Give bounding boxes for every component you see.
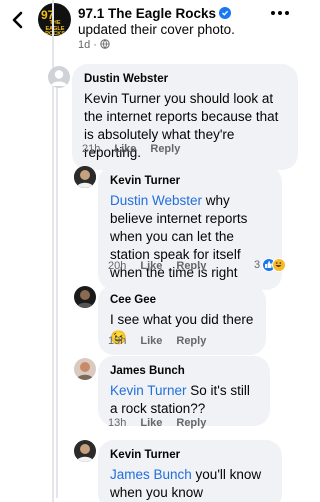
comment-author[interactable]: Dustin Webster: [84, 72, 286, 87]
comment-time[interactable]: 20h: [108, 260, 126, 272]
mention-link[interactable]: Dustin Webster: [110, 193, 202, 208]
comment-author[interactable]: Kevin Turner: [110, 448, 270, 463]
verified-badge-icon: [219, 7, 232, 19]
comment-actions: 21h Like Reply: [82, 143, 194, 155]
default-avatar-icon: [51, 70, 67, 86]
comment-bubble: Kevin Turner James Bunch you'll know whe…: [98, 440, 282, 502]
reply-button[interactable]: Reply: [150, 143, 180, 155]
reply-button[interactable]: Reply: [176, 260, 206, 272]
comment-author[interactable]: James Bunch: [110, 364, 258, 379]
comment-time[interactable]: 19h: [108, 335, 126, 347]
comment-actions: 20h Like Reply: [108, 260, 220, 272]
like-button[interactable]: Like: [140, 417, 162, 429]
comment-actions: 19h Like Reply: [108, 335, 220, 347]
avatar-photo: [74, 166, 96, 188]
reaction-summary[interactable]: 3: [254, 258, 287, 272]
back-arrow-icon[interactable]: [9, 10, 27, 30]
comment-actions: 13h Like Reply: [108, 417, 220, 429]
like-button[interactable]: Like: [140, 260, 162, 272]
globe-icon: [100, 39, 110, 49]
haha-reaction-icon: [272, 258, 287, 272]
avatar-photo: [74, 440, 96, 462]
post-time[interactable]: 1d: [78, 39, 90, 51]
like-button[interactable]: Like: [140, 335, 162, 347]
avatar[interactable]: [74, 286, 96, 308]
comment-time[interactable]: 13h: [108, 417, 126, 429]
avatar-photo: [74, 286, 96, 308]
mention-link[interactable]: James Bunch: [110, 467, 192, 482]
post-header: 97 THE EAGLE ROCKS 97.1 The Eagle Rocks …: [0, 0, 300, 62]
avatar[interactable]: [74, 358, 96, 380]
comment-text: Kevin Turner So it's still a rock statio…: [110, 382, 258, 418]
logo-subtext: THE EAGLE ROCKS: [45, 20, 65, 36]
reply-button[interactable]: Reply: [176, 417, 206, 429]
comment-author[interactable]: Cee Gee: [110, 293, 254, 308]
avatar-photo: [74, 358, 96, 380]
page-name[interactable]: 97.1 The Eagle Rocks: [78, 6, 232, 21]
like-button[interactable]: Like: [114, 143, 136, 155]
page-logo[interactable]: 97 THE EAGLE ROCKS: [38, 3, 71, 36]
page-name-text[interactable]: 97.1 The Eagle Rocks: [78, 6, 216, 21]
avatar[interactable]: [74, 166, 96, 188]
post-action: updated their cover photo.: [78, 22, 235, 37]
comment-text: James Bunch you'll know when you know: [110, 466, 270, 502]
comment-bubble: James Bunch Kevin Turner So it's still a…: [98, 356, 270, 426]
avatar[interactable]: [48, 66, 70, 88]
reaction-count: 3: [254, 259, 261, 271]
comment-author[interactable]: Kevin Turner: [110, 174, 270, 189]
mention-link[interactable]: Kevin Turner: [110, 383, 187, 398]
thread-line-branch: [56, 86, 58, 498]
post-meta: 1d ·: [78, 39, 110, 51]
reply-button[interactable]: Reply: [176, 335, 206, 347]
avatar[interactable]: [74, 440, 96, 462]
comment-time[interactable]: 21h: [82, 143, 100, 155]
more-options-icon[interactable]: [270, 10, 290, 16]
